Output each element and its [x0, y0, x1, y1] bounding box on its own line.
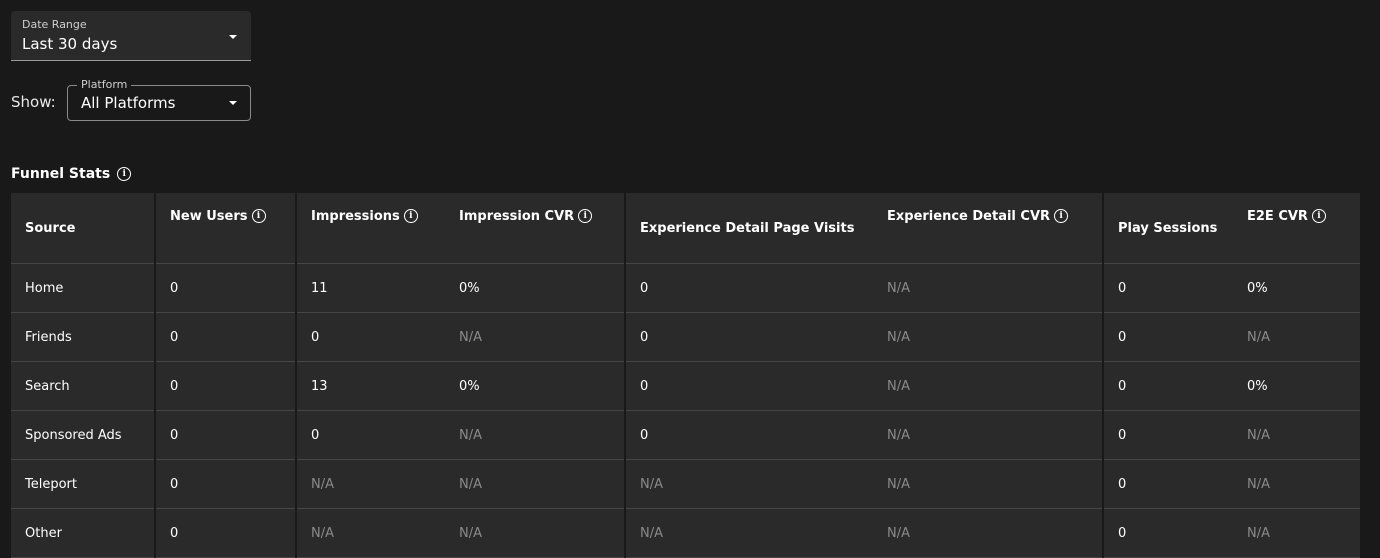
value-cell: N/A — [1233, 459, 1360, 509]
source-cell: Teleport — [11, 459, 156, 509]
funnel-stats-table: Source New Users i Impressions i Impression C… — [11, 193, 1360, 558]
date-range-label: Date Range — [22, 18, 87, 31]
value-cell: N/A — [445, 508, 626, 558]
platform-label: Platform — [77, 78, 132, 91]
value-cell: N/A — [873, 263, 1104, 313]
info-icon[interactable]: i — [251, 209, 266, 223]
value-cell: N/A — [873, 312, 1104, 362]
info-icon[interactable]: i — [1311, 209, 1326, 223]
value-cell: 0 — [155, 410, 297, 460]
value-cell: N/A — [873, 361, 1104, 411]
value-cell: N/A — [445, 459, 626, 509]
source-cell: Home — [11, 263, 156, 313]
value-cell: 0 — [155, 508, 297, 558]
column-header-label: E2E CVR — [1247, 209, 1308, 224]
source-cell: Friends — [11, 312, 156, 362]
column-header: Play Sessions — [1103, 193, 1233, 264]
value-cell: 0% — [445, 263, 626, 313]
value-cell: N/A — [625, 508, 873, 558]
value-cell: 13 — [296, 361, 445, 411]
column-header-label: Experience Detail Page Visits — [640, 220, 855, 236]
value-cell: N/A — [1233, 312, 1360, 362]
column-header: Experience Detail CVR i — [873, 193, 1104, 264]
value-cell: 0% — [1233, 361, 1360, 411]
date-range-select[interactable]: Date Range Last 30 days — [11, 11, 251, 61]
value-cell: 0 — [155, 263, 297, 313]
platform-select[interactable]: Platform All Platforms — [67, 78, 251, 121]
value-cell: N/A — [445, 410, 626, 460]
info-icon[interactable]: i — [403, 209, 418, 223]
column-header-label: Experience Detail CVR — [887, 209, 1051, 224]
value-cell: N/A — [445, 312, 626, 362]
info-icon[interactable]: i — [1054, 209, 1069, 223]
column-header-label: Impressions — [311, 209, 400, 224]
info-icon[interactable]: i — [117, 167, 132, 181]
value-cell: 0 — [1103, 459, 1233, 509]
value-cell: 0 — [155, 312, 297, 362]
column-header-label: Play Sessions — [1118, 220, 1218, 236]
value-cell: 0% — [1233, 263, 1360, 313]
table-row: Home 0 11 0% 0 N/A 0 0% — [11, 263, 1360, 313]
value-cell: 0 — [155, 459, 297, 509]
value-cell: 0% — [445, 361, 626, 411]
info-icon[interactable]: i — [578, 209, 593, 223]
table-row: Search 0 13 0% 0 N/A 0 0% — [11, 361, 1360, 411]
value-cell: 0 — [1103, 263, 1233, 313]
value-cell: N/A — [296, 508, 445, 558]
value-cell: N/A — [1233, 410, 1360, 460]
column-header: Impressions i — [296, 193, 445, 264]
section-title-text: Funnel Stats — [11, 166, 111, 182]
value-cell: 0 — [1103, 508, 1233, 558]
value-cell: N/A — [296, 459, 445, 509]
value-cell: 0 — [155, 361, 297, 411]
source-cell: Search — [11, 361, 156, 411]
column-header: Experience Detail Page Visits — [625, 193, 873, 264]
value-cell: N/A — [625, 459, 873, 509]
value-cell: 11 — [296, 263, 445, 313]
table-row: Other 0 N/A N/A N/A N/A 0 N/A — [11, 508, 1360, 558]
value-cell: N/A — [873, 410, 1104, 460]
table-row: Teleport 0 N/A N/A N/A N/A 0 N/A — [11, 459, 1360, 509]
column-header: E2E CVR i — [1233, 193, 1360, 264]
value-cell: 0 — [296, 410, 445, 460]
value-cell: N/A — [873, 459, 1104, 509]
dropdown-caret-icon — [229, 101, 237, 105]
show-label: Show: — [11, 93, 56, 111]
value-cell: N/A — [1233, 508, 1360, 558]
source-cell: Other — [11, 508, 156, 558]
value-cell: 0 — [296, 312, 445, 362]
table-row: Friends 0 0 N/A 0 N/A 0 N/A — [11, 312, 1360, 362]
table-header-row: Source New Users i Impressions i Impression C… — [11, 193, 1360, 264]
column-header-label: Source — [25, 220, 76, 236]
value-cell: 0 — [1103, 361, 1233, 411]
column-header: Source — [11, 193, 156, 264]
value-cell: 0 — [625, 263, 873, 313]
value-cell: 0 — [1103, 410, 1233, 460]
value-cell: 0 — [625, 410, 873, 460]
value-cell: 0 — [625, 312, 873, 362]
source-cell: Sponsored Ads — [11, 410, 156, 460]
table-row: Sponsored Ads 0 0 N/A 0 N/A 0 N/A — [11, 410, 1360, 460]
funnel-stats-title: Funnel Stats i — [11, 166, 132, 182]
value-cell: 0 — [1103, 312, 1233, 362]
column-header: Impression CVR i — [445, 193, 626, 264]
column-header-label: Impression CVR — [459, 209, 575, 224]
dropdown-caret-icon — [229, 35, 237, 39]
value-cell: 0 — [625, 361, 873, 411]
value-cell: N/A — [873, 508, 1104, 558]
column-header: New Users i — [155, 193, 297, 264]
platform-value: All Platforms — [81, 94, 176, 112]
column-header-label: New Users — [170, 209, 248, 224]
date-range-value: Last 30 days — [22, 35, 118, 53]
